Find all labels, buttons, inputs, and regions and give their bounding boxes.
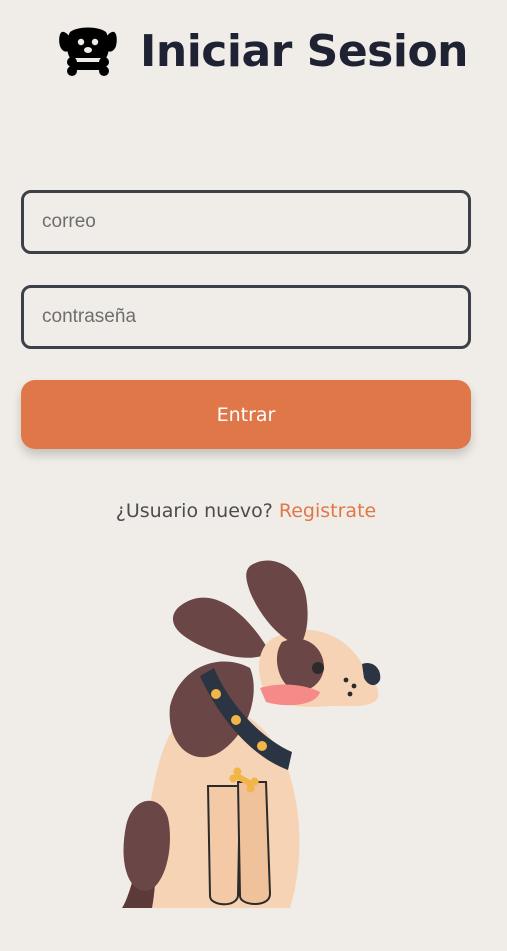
- login-button[interactable]: Entrar: [21, 380, 471, 449]
- password-input[interactable]: [21, 285, 471, 349]
- page-header: Iniciar Sesion: [58, 24, 469, 78]
- email-input[interactable]: [21, 190, 471, 254]
- register-prompt: ¿Usuario nuevo? Registrate: [0, 500, 492, 522]
- page-title: Iniciar Sesion: [140, 25, 469, 77]
- dog-illustration: [122, 560, 381, 908]
- register-link[interactable]: Registrate: [279, 500, 376, 522]
- register-question: ¿Usuario nuevo?: [115, 500, 273, 522]
- dog-bone-icon: [59, 27, 117, 76]
